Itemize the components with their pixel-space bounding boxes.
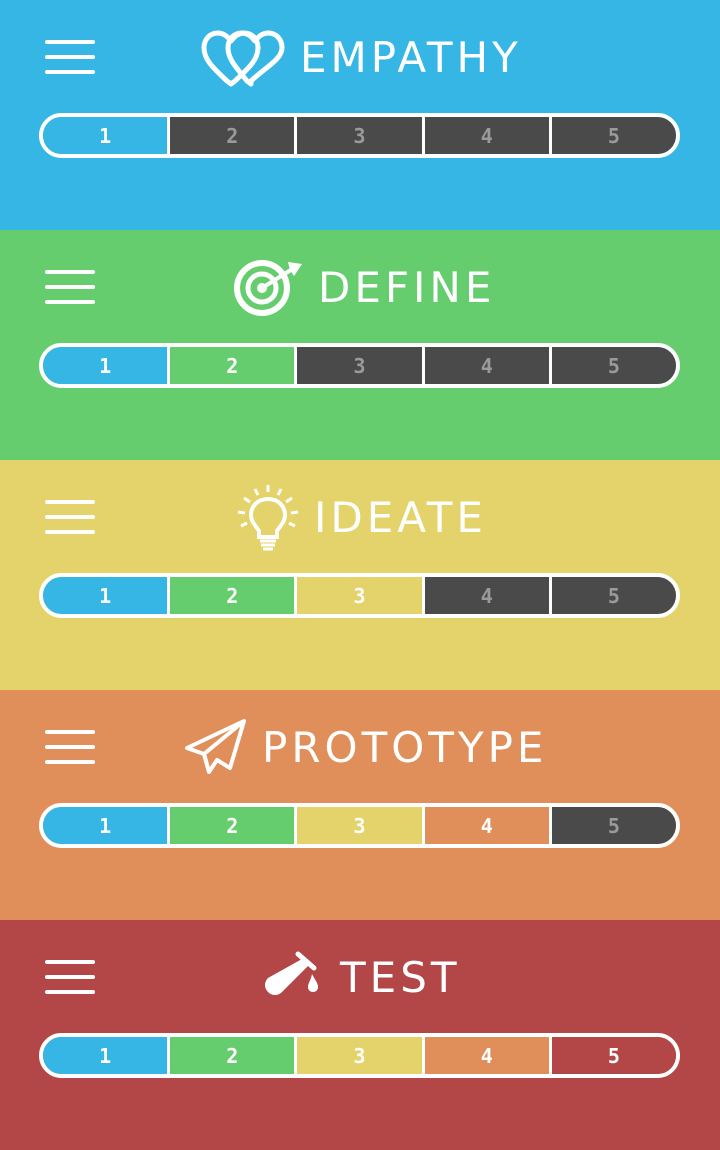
panel-header: PROTOTYPE [184, 716, 547, 780]
step-1[interactable]: 1 [43, 807, 171, 844]
panel-header: EMPATHY [200, 26, 522, 90]
lightbulb-icon [237, 485, 299, 551]
test-tube-icon [265, 951, 318, 995]
step-5[interactable]: 5 [551, 347, 676, 384]
page-title: TEST [340, 953, 461, 1002]
step-4[interactable]: 4 [424, 117, 552, 154]
panel-header: DEFINE [232, 256, 495, 320]
step-2[interactable]: 2 [170, 117, 298, 154]
step-4[interactable]: 4 [424, 577, 552, 614]
panel-ideate: IDEATE 1 2 3 4 5 [0, 460, 720, 690]
step-2[interactable]: 2 [170, 1037, 298, 1074]
page-title: PROTOTYPE [262, 723, 548, 772]
progress-bar: 1 2 3 4 5 [39, 573, 680, 618]
panel-header: TEST [262, 946, 461, 1010]
step-3[interactable]: 3 [297, 117, 425, 154]
step-5[interactable]: 5 [551, 807, 676, 844]
step-2[interactable]: 2 [170, 807, 298, 844]
step-5[interactable]: 5 [551, 577, 676, 614]
step-4[interactable]: 4 [424, 1037, 552, 1074]
panel-prototype: PROTOTYPE 1 2 3 4 5 [0, 690, 720, 920]
panel-define: DEFINE 1 2 3 4 5 [0, 230, 720, 460]
page-title: DEFINE [318, 263, 496, 312]
target-icon [234, 260, 302, 316]
step-1[interactable]: 1 [43, 1037, 171, 1074]
step-4[interactable]: 4 [424, 807, 552, 844]
progress-bar: 1 2 3 4 5 [39, 113, 680, 158]
progress-bar: 1 2 3 4 5 [39, 803, 680, 848]
step-2[interactable]: 2 [170, 347, 298, 384]
page-title: IDEATE [314, 493, 487, 542]
paper-plane-icon [185, 719, 246, 774]
hearts-icon [201, 30, 285, 87]
menu-icon[interactable] [45, 268, 95, 306]
menu-icon[interactable] [45, 958, 95, 996]
page-title: EMPATHY [300, 33, 522, 82]
menu-icon[interactable] [45, 38, 95, 76]
panel-header: IDEATE [236, 485, 487, 551]
step-1[interactable]: 1 [43, 117, 171, 154]
step-5[interactable]: 5 [551, 1037, 676, 1074]
step-2[interactable]: 2 [170, 577, 298, 614]
step-3[interactable]: 3 [297, 577, 425, 614]
step-1[interactable]: 1 [43, 347, 171, 384]
progress-bar: 1 2 3 4 5 [39, 1033, 680, 1078]
panel-empathy: EMPATHY 1 2 3 4 5 [0, 0, 720, 230]
step-3[interactable]: 3 [297, 1037, 425, 1074]
step-5[interactable]: 5 [551, 117, 676, 154]
step-3[interactable]: 3 [297, 807, 425, 844]
menu-icon[interactable] [45, 498, 95, 536]
progress-bar: 1 2 3 4 5 [39, 343, 680, 388]
step-1[interactable]: 1 [43, 577, 171, 614]
step-4[interactable]: 4 [424, 347, 552, 384]
panel-test: TEST 1 2 3 4 5 [0, 920, 720, 1150]
step-3[interactable]: 3 [297, 347, 425, 384]
menu-icon[interactable] [45, 728, 95, 766]
